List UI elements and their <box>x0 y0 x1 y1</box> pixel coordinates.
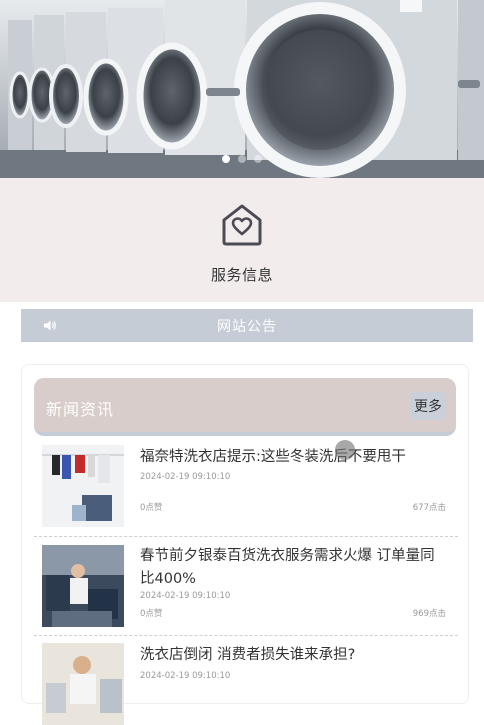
news-header: 新闻资讯 更多 <box>34 378 456 436</box>
carousel-dot-2[interactable] <box>238 155 246 163</box>
news-item-likes: 0点赞 <box>140 503 163 513</box>
touch-indicator <box>335 440 355 460</box>
news-item-clicks: 677点击 <box>412 503 446 513</box>
service-info-label: 服务信息 <box>210 266 273 284</box>
divider <box>34 536 458 537</box>
laundry-machines-image <box>0 0 484 178</box>
speaker-icon <box>44 320 56 331</box>
site-notice-title: 网站公告 <box>217 318 277 335</box>
carousel-dots <box>0 155 484 163</box>
news-item-title: 福奈特洗衣店提示:这些冬装洗后不要甩干 <box>140 449 406 465</box>
news-item-date: 2024-02-19 09:10:10 <box>140 591 231 601</box>
site-notice-bar[interactable]: 网站公告 <box>21 309 473 342</box>
news-title: 新闻资讯 <box>46 400 115 419</box>
carousel-dot-1[interactable] <box>222 155 230 163</box>
service-info-section[interactable]: 服务信息 <box>0 178 484 302</box>
news-item-title: 春节前夕银泰百货洗衣服务需求火爆 订单量同比400% <box>140 548 435 587</box>
news-thumbnail <box>42 643 124 725</box>
news-item-clicks: 969点击 <box>412 609 446 619</box>
news-item-date: 2024-02-19 09:10:10 <box>140 472 231 482</box>
hero-banner-carousel[interactable] <box>0 0 484 178</box>
news-item-title: 洗衣店倒闭 消费者损失谁来承担? <box>140 647 356 663</box>
news-card: 新闻资讯 更多 福奈特洗衣店提示:这些冬装洗后不要甩干 2024-02-19 0… <box>21 364 469 725</box>
more-button[interactable]: 更多 <box>410 392 446 420</box>
home-heart-icon <box>222 204 262 246</box>
carousel-dot-3[interactable] <box>254 155 262 163</box>
news-thumbnail <box>42 445 124 527</box>
divider <box>34 635 458 636</box>
news-item-date: 2024-02-19 09:10:10 <box>140 671 231 681</box>
news-item-likes: 0点赞 <box>140 609 163 619</box>
news-thumbnail <box>42 545 124 627</box>
